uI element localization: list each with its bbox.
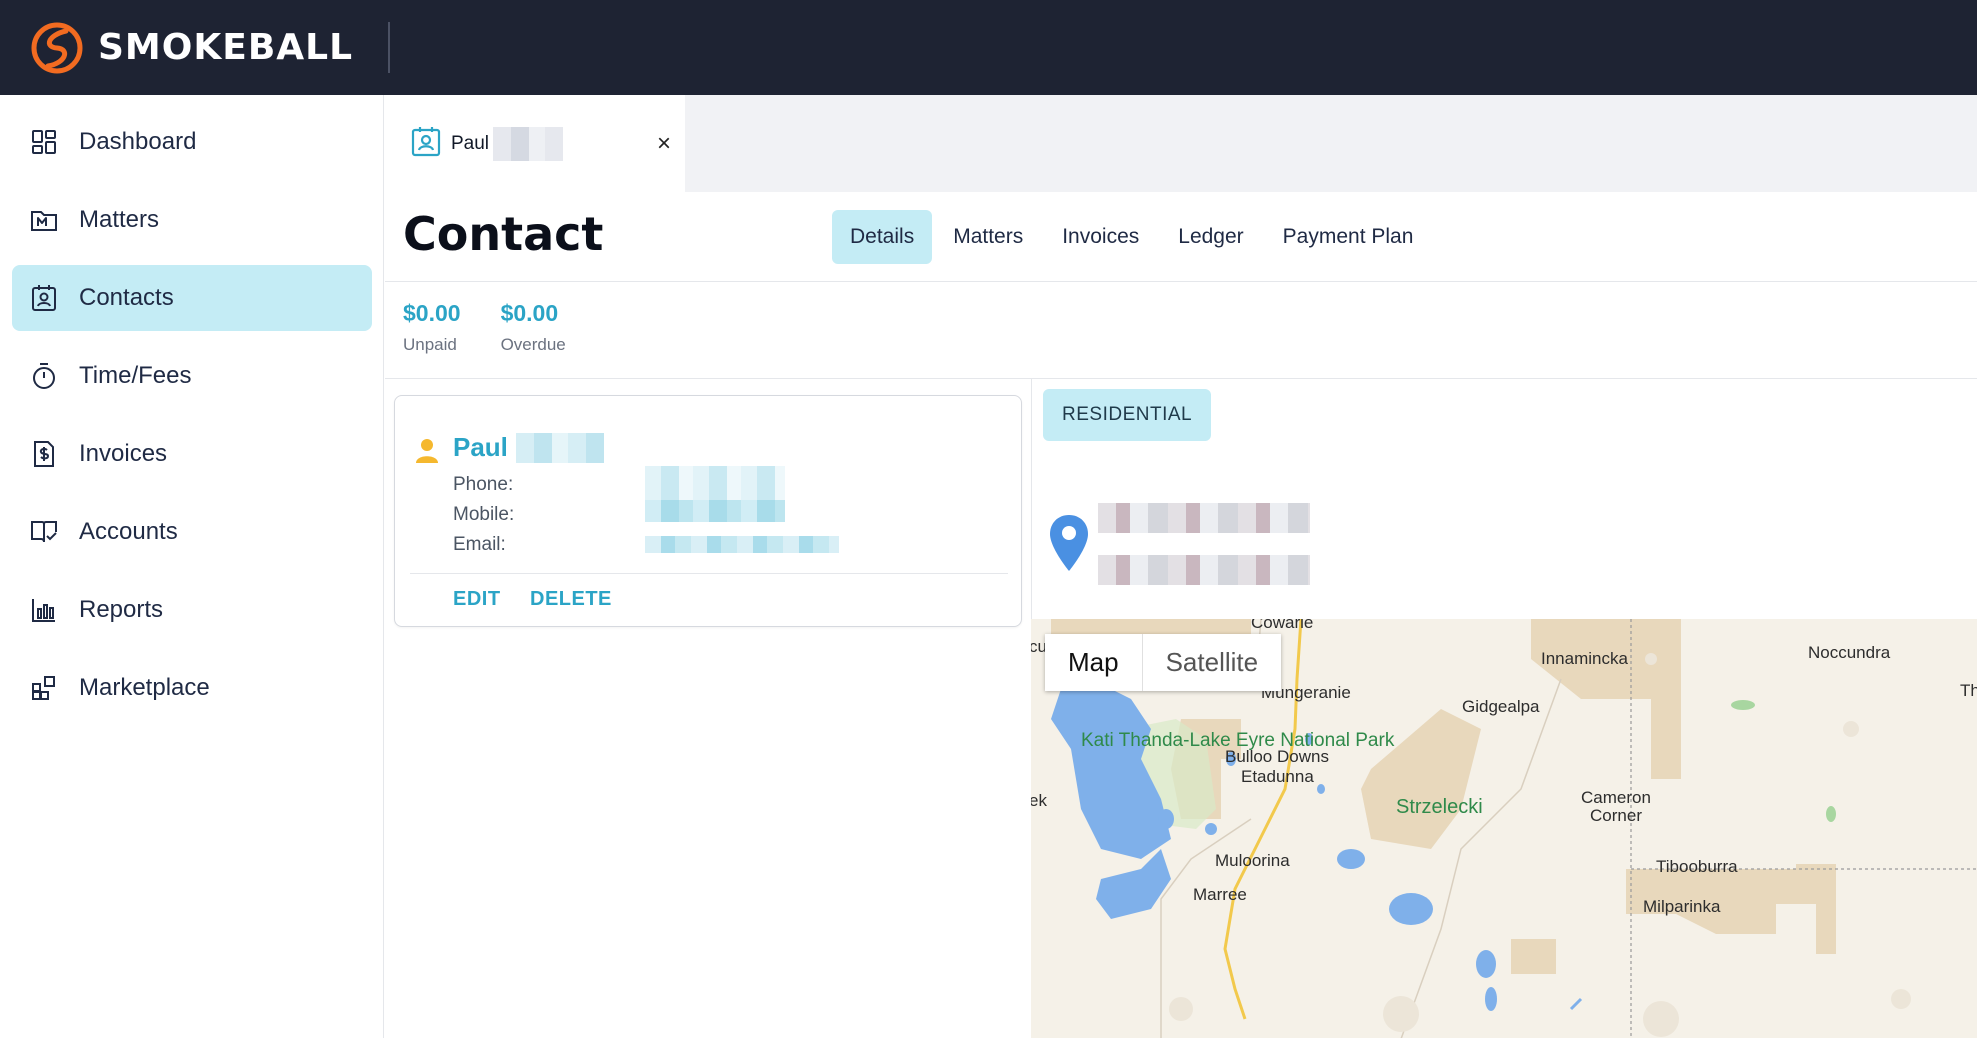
- tab-ledger[interactable]: Ledger: [1160, 210, 1261, 264]
- sidebar-item-label: Dashboard: [79, 128, 197, 155]
- map-label-strzelecki: Strzelecki: [1396, 796, 1483, 818]
- sidebar-item-invoices[interactable]: Invoices: [12, 421, 372, 487]
- reports-icon: [29, 595, 59, 625]
- map-label-gidgealpa: Gidgealpa: [1462, 697, 1540, 716]
- contacts-icon: [29, 283, 59, 313]
- map-label-cameron-corner: Cameron Corner: [1581, 788, 1651, 825]
- redacted-surname: [515, 432, 604, 463]
- unpaid-value: $0.00: [403, 300, 461, 326]
- map-view-button[interactable]: Map: [1045, 634, 1142, 691]
- sidebar-item-reports[interactable]: Reports: [12, 577, 372, 643]
- dashboard-icon: [29, 127, 59, 157]
- topbar-divider: [388, 22, 390, 73]
- map-label-etadunna: Etadunna: [1241, 767, 1314, 786]
- contact-name[interactable]: Paul: [453, 432, 604, 463]
- sidebar-item-matters[interactable]: Matters: [12, 187, 372, 253]
- redacted-surname: [493, 126, 564, 161]
- stopwatch-icon: [29, 361, 59, 391]
- overdue-label: Overdue: [500, 335, 566, 354]
- sidebar: Dashboard Matters Contacts Time/Fees Inv…: [0, 95, 384, 1038]
- map-label-ek: ek: [1031, 791, 1047, 810]
- top-bar: SMOKEBALL: [0, 0, 1977, 95]
- map-type-toggle: Map Satellite: [1045, 634, 1282, 691]
- close-tab-icon[interactable]: ×: [657, 130, 671, 158]
- delete-button[interactable]: DELETE: [530, 588, 612, 611]
- document-tab-title: Paul: [451, 132, 490, 154]
- document-tab-strip: Paul ×: [385, 95, 1977, 192]
- map-label-muloorina: Muloorina: [1215, 851, 1290, 870]
- satellite-view-button[interactable]: Satellite: [1143, 634, 1282, 691]
- matters-icon: [29, 205, 59, 235]
- overdue-value: $0.00: [500, 300, 559, 326]
- unpaid-label: Unpaid: [403, 335, 457, 354]
- tab-invoices[interactable]: Invoices: [1044, 210, 1157, 264]
- unpaid-stat: $0.00 Unpaid: [403, 300, 461, 355]
- sidebar-item-label: Accounts: [79, 518, 178, 545]
- contact-card: Paul Phone: Mobile: Email: EDIT DELETE: [394, 395, 1022, 627]
- contact-subnav: Details Matters Invoices Ledger Payment …: [832, 210, 1434, 264]
- header-divider: [385, 281, 1977, 282]
- balance-summary: $0.00 Unpaid $0.00 Overdue: [403, 300, 606, 355]
- redacted-address-line-2: [1098, 555, 1310, 585]
- map-label-milparinka: Milparinka: [1643, 897, 1721, 916]
- sidebar-item-time-fees[interactable]: Time/Fees: [12, 343, 372, 409]
- main-content: Paul × Contact Details Matters Invoices …: [385, 95, 1977, 1038]
- smokeball-logo-icon: [31, 22, 83, 73]
- tab-details[interactable]: Details: [832, 210, 933, 264]
- smokeball-logo[interactable]: SMOKEBALL: [30, 21, 353, 75]
- map-label-bulloo-downs: Bulloo Downs: [1225, 747, 1329, 766]
- sidebar-item-accounts[interactable]: Accounts: [12, 499, 372, 565]
- map-label-noccundra: Noccundra: [1808, 643, 1891, 662]
- sidebar-item-dashboard[interactable]: Dashboard: [12, 109, 372, 175]
- page-title: Contact: [403, 207, 604, 261]
- redacted-phone: [645, 466, 785, 502]
- tab-payment-plan[interactable]: Payment Plan: [1265, 210, 1432, 264]
- map-label-tha: Tha: [1960, 681, 1977, 700]
- email-label: Email:: [453, 534, 506, 555]
- edit-button[interactable]: EDIT: [453, 588, 501, 611]
- brand-name: SMOKEBALL: [98, 27, 354, 68]
- map-label-cowarie: Cowarie: [1251, 619, 1314, 632]
- accounts-icon: [29, 517, 59, 547]
- sidebar-item-label: Reports: [79, 596, 164, 623]
- sidebar-item-label: Invoices: [79, 440, 168, 467]
- map-label-marree: Marree: [1193, 885, 1247, 904]
- map-label-lake-eyre-park: Kati Thanda-Lake Eyre National Park: [1081, 730, 1395, 751]
- location-pin-icon: [1048, 513, 1090, 578]
- map-label-tibooburra: Tibooburra: [1656, 857, 1738, 876]
- sidebar-item-label: Matters: [79, 206, 160, 233]
- sidebar-item-label: Time/Fees: [79, 362, 192, 389]
- map-label-innamincka: Innamincka: [1541, 649, 1628, 668]
- person-icon: [415, 438, 439, 469]
- address-type-badge[interactable]: RESIDENTIAL: [1043, 389, 1212, 441]
- stats-divider: [385, 378, 1977, 379]
- address-map[interactable]: Cowarie cu Innamincka Noccundra Tha Mung…: [1031, 619, 1977, 1038]
- overdue-stat: $0.00 Overdue: [501, 300, 566, 355]
- phone-label: Phone:: [453, 474, 514, 495]
- sidebar-item-label: Marketplace: [79, 674, 210, 701]
- invoice-icon: [29, 439, 59, 469]
- sidebar-item-marketplace[interactable]: Marketplace: [12, 655, 372, 721]
- sidebar-item-contacts[interactable]: Contacts: [12, 265, 372, 331]
- mobile-label: Mobile:: [453, 504, 515, 525]
- redacted-address-line-1: [1098, 503, 1310, 533]
- card-divider: [410, 573, 1008, 574]
- marketplace-icon: [29, 673, 59, 703]
- document-tab-contact[interactable]: Paul ×: [385, 95, 685, 192]
- contact-first-name: Paul: [453, 432, 508, 462]
- sidebar-item-label: Contacts: [79, 284, 174, 311]
- redacted-email[interactable]: [645, 536, 839, 553]
- contact-card-icon: [411, 125, 441, 162]
- redacted-mobile[interactable]: [645, 500, 785, 522]
- tab-matters[interactable]: Matters: [935, 210, 1041, 264]
